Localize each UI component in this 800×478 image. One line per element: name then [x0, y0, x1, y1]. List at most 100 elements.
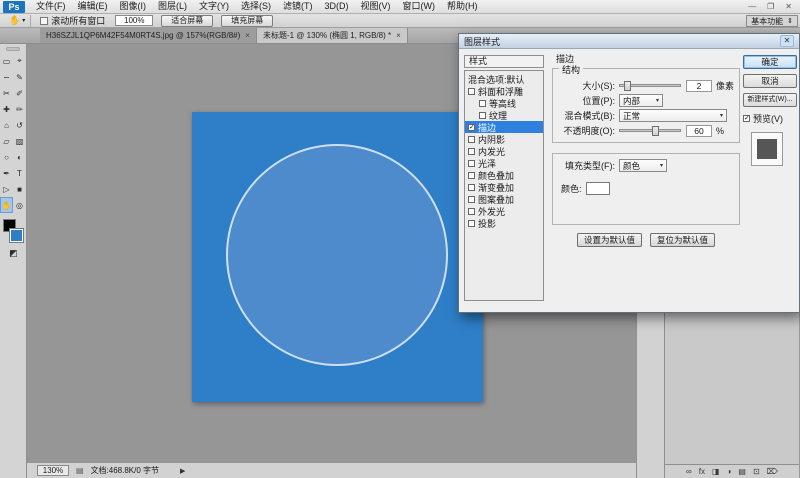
size-slider-thumb[interactable] — [624, 81, 631, 91]
layer-mask-icon[interactable]: ◨ — [712, 467, 720, 476]
layer-effects-icon[interactable]: fx — [699, 467, 705, 476]
gradient-tool-icon[interactable]: ▨ — [13, 133, 26, 149]
style-item-stroke[interactable]: ✓ 描边 — [465, 121, 543, 133]
link-layers-icon[interactable]: ∞ — [686, 467, 692, 476]
adjustment-layer-icon[interactable]: ◑ — [727, 467, 732, 476]
lasso-tool-icon[interactable]: ∽ — [0, 69, 13, 85]
layer-group-icon[interactable]: ▤ — [738, 467, 746, 476]
style-item-satin[interactable]: 光泽 — [465, 157, 543, 169]
zoom-tool-icon[interactable]: ◎ — [13, 197, 26, 213]
checkbox[interactable] — [468, 148, 475, 155]
style-item-drop-shadow[interactable]: 投影 — [465, 217, 543, 229]
close-icon[interactable]: ✕ — [785, 2, 792, 11]
menu-item-window[interactable]: 窗口(W) — [397, 0, 442, 13]
style-item-gradient-overlay[interactable]: 渐变叠加 — [465, 181, 543, 193]
set-default-button[interactable]: 设置为默认值 — [577, 233, 642, 247]
type-tool-icon[interactable]: T — [13, 165, 26, 181]
cancel-button[interactable]: 取消 — [743, 74, 797, 88]
dialog-close-icon[interactable]: ✕ — [780, 35, 794, 47]
fill-type-dropdown[interactable]: 颜色 ▾ — [619, 159, 667, 172]
style-item-texture[interactable]: 纹理 — [465, 109, 543, 121]
path-selection-tool-icon[interactable]: ▷ — [0, 181, 13, 197]
brush-tool-icon[interactable]: ✏ — [13, 101, 26, 117]
checkbox-checked[interactable]: ✓ — [468, 124, 475, 131]
opacity-slider-thumb[interactable] — [652, 126, 659, 136]
status-zoom-field[interactable]: 130% — [37, 465, 69, 476]
zoom-100-button[interactable]: 100% — [115, 15, 153, 26]
ok-button[interactable]: 确定 — [743, 55, 797, 69]
tab-document-untitled[interactable]: 未标题-1 @ 130% (椭圆 1, RGB/8) * × — [257, 28, 408, 43]
tab-close-icon[interactable]: × — [396, 31, 401, 40]
move-tool-icon[interactable]: ⌖ — [13, 53, 26, 69]
position-dropdown[interactable]: 内部 ▾ — [619, 94, 663, 107]
clone-stamp-tool-icon[interactable]: ⌂ — [0, 117, 13, 133]
menu-item-select[interactable]: 选择(S) — [235, 0, 277, 13]
menu-item-help[interactable]: 帮助(H) — [441, 0, 484, 13]
menu-item-filter[interactable]: 滤镜(T) — [277, 0, 319, 13]
style-item-color-overlay[interactable]: 颜色叠加 — [465, 169, 543, 181]
checkbox[interactable] — [468, 136, 475, 143]
quick-mask-icon[interactable]: ◩ — [0, 246, 27, 260]
pen-tool-icon[interactable]: ✒ — [0, 165, 13, 181]
checkbox[interactable] — [468, 196, 475, 203]
tab-document-jpg[interactable]: H36SZJL1QP6M42F54M0RT4S.jpg @ 157%(RGB/8… — [40, 28, 257, 43]
history-brush-tool-icon[interactable]: ↺ — [13, 117, 26, 133]
opacity-slider[interactable] — [619, 129, 681, 132]
checkbox[interactable] — [479, 100, 486, 107]
menu-item-file[interactable]: 文件(F) — [30, 0, 72, 13]
restore-icon[interactable]: ❐ — [767, 2, 774, 11]
menu-item-view[interactable]: 视图(V) — [355, 0, 397, 13]
style-item-pattern-overlay[interactable]: 图案叠加 — [465, 193, 543, 205]
style-item-contour[interactable]: 等高线 — [465, 97, 543, 109]
toolbar-grip[interactable] — [6, 47, 20, 51]
style-item-inner-shadow[interactable]: 内阴影 — [465, 133, 543, 145]
checkbox[interactable] — [468, 172, 475, 179]
style-item-outer-glow[interactable]: 外发光 — [465, 205, 543, 217]
quick-selection-tool-icon[interactable]: ✎ — [13, 69, 26, 85]
delete-layer-icon[interactable]: ⌦ — [767, 467, 778, 476]
rectangle-tool-icon[interactable]: ■ — [13, 181, 26, 197]
blur-tool-icon[interactable]: ○ — [0, 149, 13, 165]
dodge-tool-icon[interactable]: ◐ — [13, 149, 26, 165]
menu-item-layer[interactable]: 图层(L) — [152, 0, 193, 13]
new-style-button[interactable]: 新建样式(W)... — [743, 93, 797, 107]
new-layer-icon[interactable]: ⊡ — [753, 467, 760, 476]
fill-screen-button[interactable]: 填充屏幕 — [221, 15, 273, 27]
hand-tool-icon[interactable]: ✋ — [0, 197, 13, 213]
crop-tool-icon[interactable]: ✂ — [0, 85, 13, 101]
menu-item-edit[interactable]: 编辑(E) — [72, 0, 114, 13]
size-slider[interactable] — [619, 84, 681, 87]
status-options-arrow-icon[interactable]: ▶ — [180, 467, 185, 475]
menu-item-type[interactable]: 文字(Y) — [193, 0, 235, 13]
size-value-field[interactable]: 2 — [686, 80, 712, 92]
checkbox[interactable] — [468, 160, 475, 167]
dialog-title-bar[interactable]: 图层样式 ✕ — [459, 34, 799, 49]
eraser-tool-icon[interactable]: ▱ — [0, 133, 13, 149]
opacity-value-field[interactable]: 60 — [686, 125, 712, 137]
style-item-inner-glow[interactable]: 内发光 — [465, 145, 543, 157]
stroke-color-swatch[interactable] — [586, 182, 610, 195]
background-color-swatch[interactable] — [10, 229, 23, 242]
scroll-all-windows-checkbox[interactable] — [40, 17, 48, 25]
tab-close-icon[interactable]: × — [245, 31, 250, 40]
tool-preset-picker[interactable]: ✋ ▾ — [4, 15, 31, 27]
healing-brush-tool-icon[interactable]: ✚ — [0, 101, 13, 117]
eyedropper-tool-icon[interactable]: ✐ — [13, 85, 26, 101]
blend-mode-dropdown[interactable]: 正常 ▾ — [619, 109, 727, 122]
checkbox[interactable] — [468, 88, 475, 95]
checkbox[interactable] — [468, 208, 475, 215]
ellipse-shape-layer[interactable] — [226, 144, 448, 366]
fit-screen-button[interactable]: 适合屏幕 — [161, 15, 213, 27]
style-item-bevel-emboss[interactable]: 斜面和浮雕 — [465, 85, 543, 97]
minimize-icon[interactable]: — — [748, 2, 756, 11]
workspace-switcher[interactable]: 基本功能 ⇕ — [746, 15, 798, 27]
checkbox[interactable] — [468, 184, 475, 191]
document-artboard[interactable] — [192, 112, 483, 402]
checkbox[interactable] — [468, 220, 475, 227]
menu-item-3d[interactable]: 3D(D) — [319, 0, 355, 13]
style-item-blend-options[interactable]: 混合选项:默认 — [465, 73, 543, 85]
rectangular-marquee-tool-icon[interactable]: ▭ — [0, 53, 13, 69]
preview-checkbox-checked[interactable]: ✓ — [743, 115, 750, 122]
reset-default-button[interactable]: 复位为默认值 — [650, 233, 715, 247]
checkbox[interactable] — [479, 112, 486, 119]
